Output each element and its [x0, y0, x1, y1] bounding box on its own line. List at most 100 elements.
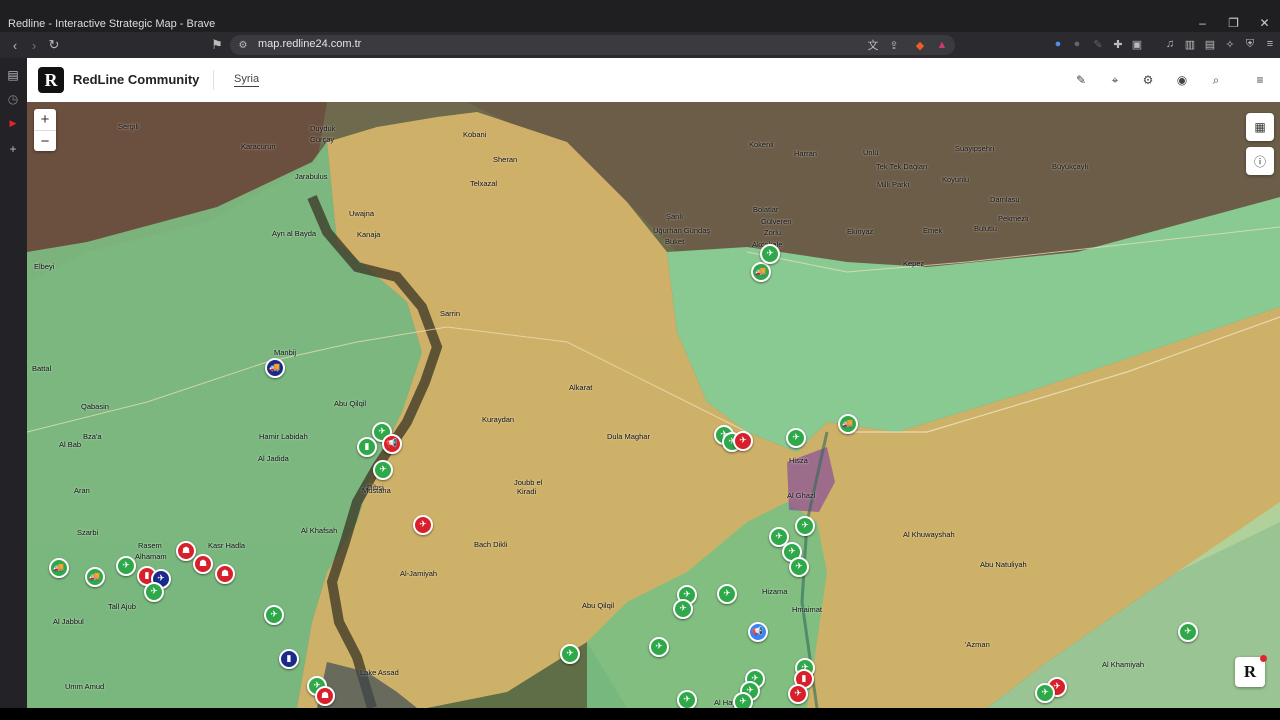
- place-label: Telxazal: [470, 179, 498, 188]
- puzzle-icon[interactable]: ✚: [1111, 37, 1125, 51]
- back-arrow-icon[interactable]: ‹: [6, 36, 24, 54]
- place-label: Milli Parkı: [877, 180, 910, 189]
- green-map-marker[interactable]: 🚚: [85, 567, 105, 587]
- zoom-in-button[interactable]: +: [34, 109, 56, 131]
- green-map-marker[interactable]: ▮: [357, 437, 377, 457]
- place-label: Hmaimat: [792, 605, 823, 614]
- red-map-marker[interactable]: ☗: [176, 541, 196, 561]
- brave-shields-icon[interactable]: ◆: [913, 38, 927, 52]
- app-header: R RedLine Community Syria ✎ ⌖ ⚙ ◉ ⌕ ≡: [27, 58, 1280, 103]
- red-map-marker[interactable]: ✈: [788, 684, 808, 704]
- place-label: Koyunlu: [942, 175, 970, 184]
- place-label: Bolatlar: [753, 205, 779, 214]
- place-label: Kobani: [463, 130, 487, 139]
- green-map-marker[interactable]: 🚚: [49, 558, 69, 578]
- place-label: Kuraydan: [482, 415, 515, 424]
- place-label: Bach Dikli: [474, 540, 508, 549]
- share-icon[interactable]: ⇪: [887, 38, 901, 52]
- youtube-icon[interactable]: ▶: [4, 114, 22, 132]
- red-map-marker[interactable]: 📢: [382, 434, 402, 454]
- navy-map-marker[interactable]: 🚚: [265, 358, 285, 378]
- place-label: Bulutlu: [974, 224, 997, 233]
- place-label: Sarrin: [440, 309, 461, 318]
- bookmark-icon[interactable]: ⚑: [208, 36, 226, 54]
- green-map-marker[interactable]: ✈: [760, 244, 780, 264]
- info-icon[interactable]: ⓘ: [1246, 147, 1274, 175]
- minimize-icon[interactable]: –: [1187, 14, 1218, 32]
- green-map-marker[interactable]: ✈: [717, 584, 737, 604]
- place-label: Ünlü: [863, 148, 879, 157]
- redline-logo[interactable]: R: [38, 67, 64, 93]
- navy-map-marker[interactable]: ▮: [279, 649, 299, 669]
- map-canvas[interactable]: [27, 102, 1280, 708]
- extension-icon[interactable]: ✎: [1091, 37, 1105, 51]
- hamburger-menu-icon[interactable]: ≡: [1251, 71, 1269, 89]
- place-label: Şanlı: [666, 212, 684, 221]
- menu-icon[interactable]: ≡: [1263, 37, 1277, 51]
- camera-icon[interactable]: ◉: [1173, 71, 1191, 89]
- green-map-marker[interactable]: ✈: [144, 582, 164, 602]
- green-map-marker[interactable]: 🚚: [751, 262, 771, 282]
- extension-icon[interactable]: ●: [1051, 37, 1065, 51]
- green-map-marker[interactable]: ✈: [677, 690, 697, 708]
- window-controls: – ❐ ✕: [1187, 14, 1280, 32]
- site-info-icon[interactable]: ⚙: [234, 36, 252, 54]
- panel-icon[interactable]: ▤: [4, 66, 22, 84]
- green-map-marker[interactable]: ✈: [116, 556, 136, 576]
- address-bar[interactable]: ⚙ map.redline24.com.tr 文 ⇪ ◆ ▲: [230, 35, 955, 55]
- draw-icon[interactable]: ✎: [1072, 71, 1090, 89]
- media-icon[interactable]: ♫: [1163, 37, 1177, 51]
- place-label: Hizama: [762, 587, 788, 596]
- reload-icon[interactable]: ↻: [45, 36, 63, 54]
- place-label: Uğurhan Gündaş: [653, 226, 711, 235]
- place-label: Gürçay: [310, 135, 335, 144]
- forward-arrow-icon[interactable]: ›: [25, 36, 43, 54]
- red-map-marker[interactable]: ☗: [193, 554, 213, 574]
- green-map-marker[interactable]: ✈: [786, 428, 806, 448]
- leo-icon[interactable]: ✧: [1223, 37, 1237, 51]
- green-map-marker[interactable]: ✈: [264, 605, 284, 625]
- green-map-marker[interactable]: ✈: [789, 557, 809, 577]
- extension-icon[interactable]: ▣: [1130, 37, 1144, 51]
- red-map-marker[interactable]: ✈: [733, 431, 753, 451]
- sidebar-toggle-icon[interactable]: ▥: [1183, 37, 1197, 51]
- vpn-icon[interactable]: ⛨: [1243, 37, 1257, 51]
- blue-map-marker[interactable]: 📢: [748, 622, 768, 642]
- maximize-icon[interactable]: ❐: [1218, 14, 1249, 32]
- bottom-edge: [0, 708, 1280, 720]
- green-map-marker[interactable]: ✈: [1178, 622, 1198, 642]
- close-icon[interactable]: ✕: [1249, 14, 1280, 32]
- red-map-marker[interactable]: ☗: [315, 686, 335, 706]
- green-map-marker[interactable]: ✈: [649, 637, 669, 657]
- place-label: Alkarat: [569, 383, 593, 392]
- search-icon[interactable]: ⌕: [1207, 71, 1225, 89]
- green-map-marker[interactable]: 🚚: [838, 414, 858, 434]
- wallet-icon[interactable]: ▤: [1203, 37, 1217, 51]
- green-map-marker[interactable]: ✈: [1035, 683, 1055, 703]
- extension-icon[interactable]: ●: [1070, 37, 1084, 51]
- add-panel-icon[interactable]: +: [4, 140, 22, 158]
- green-map-marker[interactable]: ✈: [373, 460, 393, 480]
- green-map-marker[interactable]: ✈: [560, 644, 580, 664]
- green-map-marker[interactable]: ✈: [733, 692, 753, 708]
- brave-rewards-icon[interactable]: ▲: [935, 38, 949, 52]
- redline-badge[interactable]: R: [1235, 655, 1267, 687]
- zoom-out-button[interactable]: −: [34, 131, 56, 152]
- green-map-marker[interactable]: ✈: [795, 516, 815, 536]
- place-label: Abu Natuliyah: [980, 560, 1027, 569]
- settings-icon[interactable]: ⚙: [1139, 71, 1157, 89]
- history-icon[interactable]: ◷: [4, 90, 22, 108]
- green-map-marker[interactable]: ✈: [673, 599, 693, 619]
- layers-map-icon[interactable]: ▦: [1246, 113, 1274, 141]
- location-pin-icon[interactable]: ⌖: [1106, 71, 1124, 89]
- red-map-marker[interactable]: ✈: [413, 515, 433, 535]
- tab-syria[interactable]: Syria: [234, 73, 260, 87]
- place-label: Pekmezli: [998, 214, 1029, 223]
- red-map-marker[interactable]: ☗: [215, 564, 235, 584]
- place-label: Hisza: [789, 456, 808, 465]
- place-label: Aran: [74, 486, 90, 495]
- place-label: Zorlu: [764, 228, 782, 237]
- place-label: Al Jadida: [258, 454, 289, 463]
- translate-icon[interactable]: 文: [866, 38, 880, 52]
- map-view[interactable]: Sergili Karacurun Duyduk Gürçay Kobani Sheran…: [27, 102, 1280, 708]
